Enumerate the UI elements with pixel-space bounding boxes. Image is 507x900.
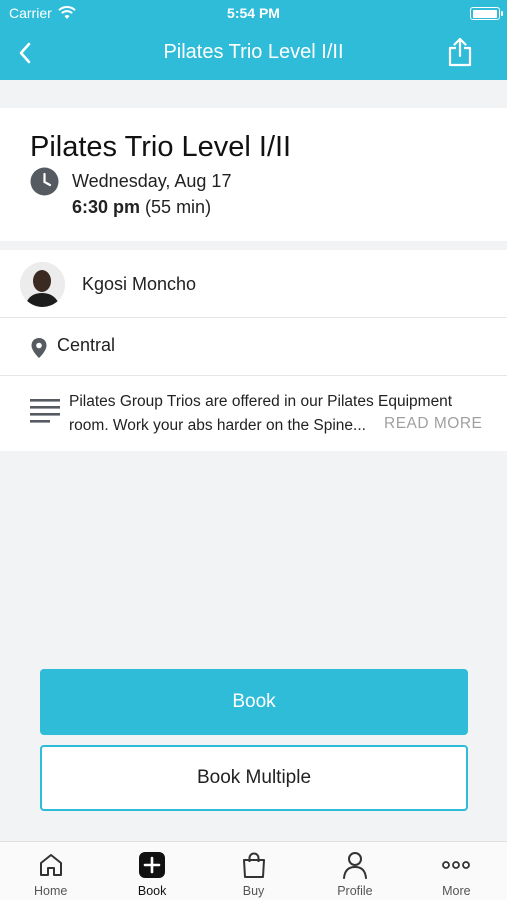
battery-icon <box>470 7 503 20</box>
read-more-link[interactable]: READ MORE <box>384 415 482 433</box>
tab-label: Home <box>34 884 68 898</box>
plus-square-icon <box>139 852 166 878</box>
app-header: Carrier 5:54 PM Pilates Trio Level I/II <box>0 0 507 80</box>
book-button[interactable]: Book <box>40 669 468 735</box>
person-icon <box>342 852 367 879</box>
home-icon <box>39 854 62 876</box>
share-button[interactable] <box>443 35 477 69</box>
tab-buy[interactable]: Buy <box>203 842 304 900</box>
avatar <box>20 262 65 307</box>
chevron-left-icon <box>19 42 31 64</box>
shopping-bag-icon <box>242 852 265 878</box>
description-row: Pilates Group Trios are offered in our P… <box>0 376 507 451</box>
status-time: 5:54 PM <box>227 5 280 21</box>
ellipsis-icon <box>442 861 471 869</box>
tab-bar: Home Book Buy Profile More <box>0 841 507 900</box>
description-lines-icon <box>30 399 60 423</box>
class-time-line: 6:30 pm (55 min) <box>72 197 211 218</box>
clock-icon <box>30 167 59 196</box>
tab-label: Buy <box>242 884 265 898</box>
navigation-bar: Pilates Trio Level I/II <box>0 26 507 80</box>
share-icon <box>448 37 472 67</box>
status-bar: Carrier 5:54 PM <box>0 0 507 26</box>
tab-label: More <box>442 884 471 898</box>
tab-profile[interactable]: Profile <box>304 842 405 900</box>
class-duration: (55 min) <box>145 197 212 217</box>
instructor-name: Kgosi Moncho <box>82 274 197 294</box>
tab-more[interactable]: More <box>406 842 507 900</box>
class-title: Pilates Trio Level I/II <box>30 131 292 163</box>
tab-label: Profile <box>337 884 373 898</box>
class-date: Wednesday, Aug 17 <box>72 171 232 191</box>
book-multiple-button[interactable]: Book Multiple <box>40 745 468 811</box>
location-name: Central <box>57 335 116 355</box>
back-button[interactable] <box>8 36 42 70</box>
location-row[interactable]: Central <box>0 318 507 376</box>
class-details-card: Kgosi Moncho Central Pilates Group Trios… <box>0 250 507 451</box>
instructor-row[interactable]: Kgosi Moncho <box>0 250 507 318</box>
nav-title: Pilates Trio Level I/II <box>163 41 344 63</box>
tab-home[interactable]: Home <box>0 842 101 900</box>
tab-book[interactable]: Book <box>101 842 202 900</box>
class-time: 6:30 pm <box>72 197 141 217</box>
class-summary-card: Pilates Trio Level I/II Wednesday, Aug 1… <box>0 108 507 241</box>
tab-label: Book <box>137 884 167 898</box>
location-pin-icon <box>31 338 47 358</box>
